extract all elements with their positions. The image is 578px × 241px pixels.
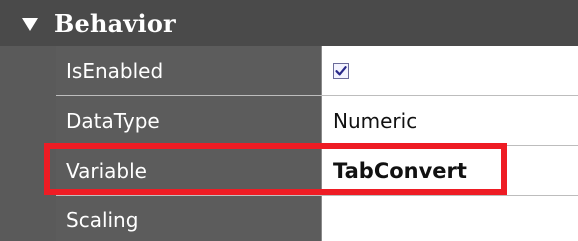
section-title: Behavior xyxy=(54,8,176,38)
property-name[interactable]: Variable xyxy=(56,146,322,195)
property-name[interactable]: IsEnabled xyxy=(56,46,322,95)
property-row-isenabled: IsEnabled xyxy=(56,46,578,96)
indent-gutter xyxy=(0,46,56,241)
property-value[interactable] xyxy=(322,46,578,95)
property-row-scaling: Scaling xyxy=(56,196,578,241)
behavior-section-header[interactable]: Behavior xyxy=(0,0,578,46)
property-grid: IsEnabled DataType Numeric Variable TabC… xyxy=(56,46,578,241)
check-icon xyxy=(335,65,347,75)
triangle-down-icon[interactable] xyxy=(22,18,38,31)
property-name[interactable]: DataType xyxy=(56,96,322,145)
property-name[interactable]: Scaling xyxy=(56,196,322,241)
property-value[interactable]: TabConvert xyxy=(322,146,578,195)
property-row-variable: Variable TabConvert xyxy=(56,146,578,196)
isenabled-checkbox[interactable] xyxy=(333,62,349,79)
property-value[interactable] xyxy=(322,196,578,241)
property-row-datatype: DataType Numeric xyxy=(56,96,578,146)
property-panel: Behavior IsEnabled DataType Numeric Vari… xyxy=(0,0,578,241)
property-value[interactable]: Numeric xyxy=(322,96,578,145)
